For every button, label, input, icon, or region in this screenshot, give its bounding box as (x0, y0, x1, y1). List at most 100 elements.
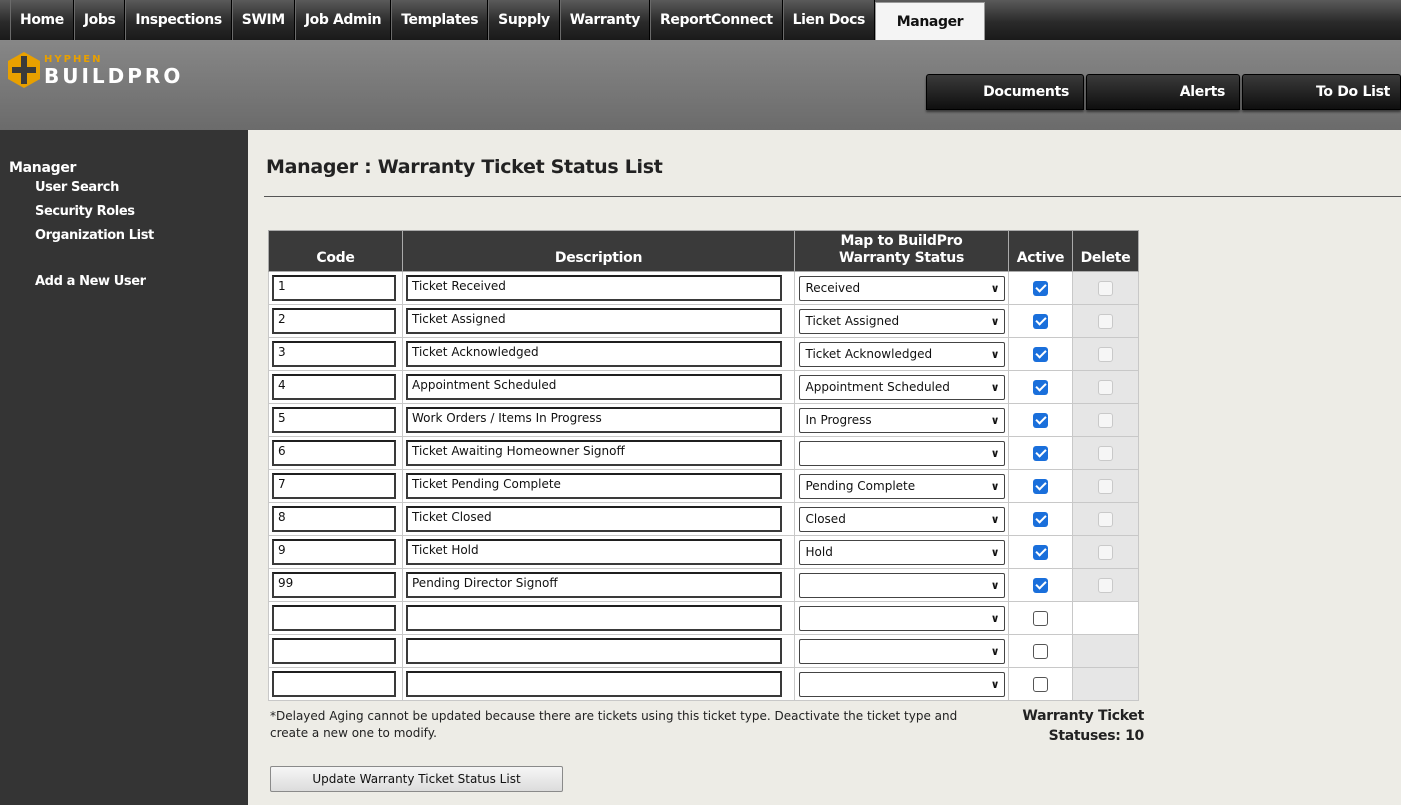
description-input[interactable] (406, 605, 782, 631)
delete-checkbox[interactable] (1098, 544, 1113, 560)
chevron-down-icon[interactable]: ∨ (991, 645, 1000, 658)
chevron-down-icon[interactable]: ∨ (991, 678, 1000, 691)
code-input[interactable]: 6 (272, 440, 396, 466)
warranty-status-select[interactable]: ∨ (798, 638, 1005, 664)
tab-inspections[interactable]: Inspections (125, 0, 232, 40)
tab-lien-docs[interactable]: Lien Docs (782, 0, 875, 40)
chevron-down-icon[interactable]: ∨ (991, 546, 1000, 559)
sidebar-item-user-search[interactable]: User Search (0, 176, 248, 200)
code-cell: 6 (268, 436, 403, 470)
warranty-status-select[interactable]: Ticket Acknowledged ∨ (798, 341, 1005, 367)
chevron-down-icon[interactable]: ∨ (991, 282, 1000, 295)
warranty-status-select[interactable]: Appointment Scheduled ∨ (798, 374, 1005, 400)
warranty-status-select[interactable]: Closed ∨ (798, 506, 1005, 532)
tab-supply[interactable]: Supply (488, 0, 560, 40)
map-header-line2: Warranty Status (838, 250, 965, 266)
tab-warranty[interactable]: Warranty (559, 0, 651, 40)
tab-templates[interactable]: Templates (391, 0, 489, 40)
description-input[interactable]: Appointment Scheduled (406, 374, 782, 400)
delete-checkbox[interactable] (1098, 280, 1113, 296)
active-checkbox[interactable] (1033, 577, 1048, 593)
warranty-status-select[interactable]: Pending Complete ∨ (798, 473, 1005, 499)
active-checkbox[interactable] (1033, 379, 1048, 395)
delete-checkbox[interactable] (1098, 379, 1113, 395)
description-input[interactable] (406, 638, 782, 664)
tab-manager[interactable]: Manager (874, 2, 985, 40)
active-checkbox[interactable] (1033, 346, 1048, 362)
code-input[interactable]: 99 (272, 572, 396, 598)
active-checkbox[interactable] (1033, 280, 1048, 296)
warranty-status-select[interactable]: Ticket Assigned ∨ (798, 308, 1005, 334)
code-input[interactable]: 8 (272, 506, 396, 532)
description-input[interactable]: Ticket Pending Complete (406, 473, 782, 499)
chevron-down-icon[interactable]: ∨ (991, 414, 1000, 427)
warranty-status-select[interactable]: Hold ∨ (798, 539, 1005, 565)
description-input[interactable]: Pending Director Signoff (406, 572, 782, 598)
active-checkbox[interactable] (1033, 643, 1048, 659)
code-input[interactable]: 7 (272, 473, 396, 499)
code-input[interactable]: 2 (272, 308, 396, 334)
chevron-down-icon[interactable]: ∨ (991, 348, 1000, 361)
tab-swim[interactable]: SWIM (231, 0, 295, 40)
code-input[interactable] (272, 605, 396, 631)
update-status-list-button[interactable]: Update Warranty Ticket Status List (270, 766, 563, 792)
chevron-down-icon[interactable]: ∨ (991, 612, 1000, 625)
chevron-down-icon[interactable]: ∨ (991, 579, 1000, 592)
description-input[interactable]: Work Orders / Items In Progress (406, 407, 782, 433)
active-checkbox[interactable] (1033, 445, 1048, 461)
tab-reportconnect[interactable]: ReportConnect (650, 0, 783, 40)
code-input[interactable]: 3 (272, 341, 396, 367)
description-input[interactable]: Ticket Awaiting Homeowner Signoff (406, 440, 782, 466)
documents-button[interactable]: Documents (926, 74, 1084, 110)
delete-checkbox[interactable] (1098, 478, 1113, 494)
chevron-down-icon[interactable]: ∨ (991, 513, 1000, 526)
delete-checkbox[interactable] (1098, 313, 1113, 329)
tab-jobs[interactable]: Jobs (73, 0, 126, 40)
description-input[interactable]: Ticket Closed (406, 506, 782, 532)
delete-checkbox[interactable] (1098, 412, 1113, 428)
active-checkbox[interactable] (1033, 511, 1048, 527)
warranty-status-select[interactable]: Received ∨ (798, 275, 1005, 301)
chevron-down-icon[interactable]: ∨ (991, 381, 1000, 394)
delete-checkbox[interactable] (1098, 577, 1113, 593)
code-input[interactable]: 5 (272, 407, 396, 433)
code-input[interactable]: 4 (272, 374, 396, 400)
sidebar-item-add-new-user[interactable]: Add a New User (0, 270, 248, 294)
delete-checkbox[interactable] (1098, 445, 1113, 461)
description-input[interactable] (406, 671, 782, 697)
warranty-status-select[interactable]: In Progress ∨ (798, 407, 1005, 433)
description-input[interactable]: Ticket Assigned (406, 308, 782, 334)
tab-home[interactable]: Home (10, 0, 74, 40)
sidebar-item-organization-list[interactable]: Organization List (0, 224, 248, 248)
delete-checkbox[interactable] (1098, 511, 1113, 527)
code-input[interactable] (272, 638, 396, 664)
code-cell: 3 (268, 337, 403, 371)
warranty-status-select[interactable]: ∨ (798, 605, 1005, 631)
warranty-status-select[interactable]: ∨ (798, 572, 1005, 598)
code-input[interactable]: 1 (272, 275, 396, 301)
code-input[interactable]: 9 (272, 539, 396, 565)
chevron-down-icon[interactable]: ∨ (991, 447, 1000, 460)
active-checkbox[interactable] (1033, 676, 1048, 692)
alerts-button[interactable]: Alerts (1086, 74, 1240, 110)
warranty-status-select[interactable]: ∨ (798, 671, 1005, 697)
chevron-down-icon[interactable]: ∨ (991, 480, 1000, 493)
description-input[interactable]: Ticket Received (406, 275, 782, 301)
active-cell (1008, 502, 1073, 536)
hyphen-buildpro-logo[interactable]: HYPHEN BUILDPRO (8, 52, 183, 88)
description-input[interactable]: Ticket Acknowledged (406, 341, 782, 367)
tab-job-admin[interactable]: Job Admin (294, 0, 392, 40)
delete-checkbox[interactable] (1098, 346, 1113, 362)
active-checkbox[interactable] (1033, 544, 1048, 560)
active-checkbox[interactable] (1033, 478, 1048, 494)
warranty-status-value: Pending Complete (805, 479, 916, 493)
code-input[interactable] (272, 671, 396, 697)
active-checkbox[interactable] (1033, 610, 1048, 626)
todo-list-button[interactable]: To Do List (1242, 74, 1401, 110)
active-checkbox[interactable] (1033, 313, 1048, 329)
active-checkbox[interactable] (1033, 412, 1048, 428)
chevron-down-icon[interactable]: ∨ (991, 315, 1000, 328)
sidebar-item-security-roles[interactable]: Security Roles (0, 200, 248, 224)
warranty-status-select[interactable]: ∨ (798, 440, 1005, 466)
description-input[interactable]: Ticket Hold (406, 539, 782, 565)
